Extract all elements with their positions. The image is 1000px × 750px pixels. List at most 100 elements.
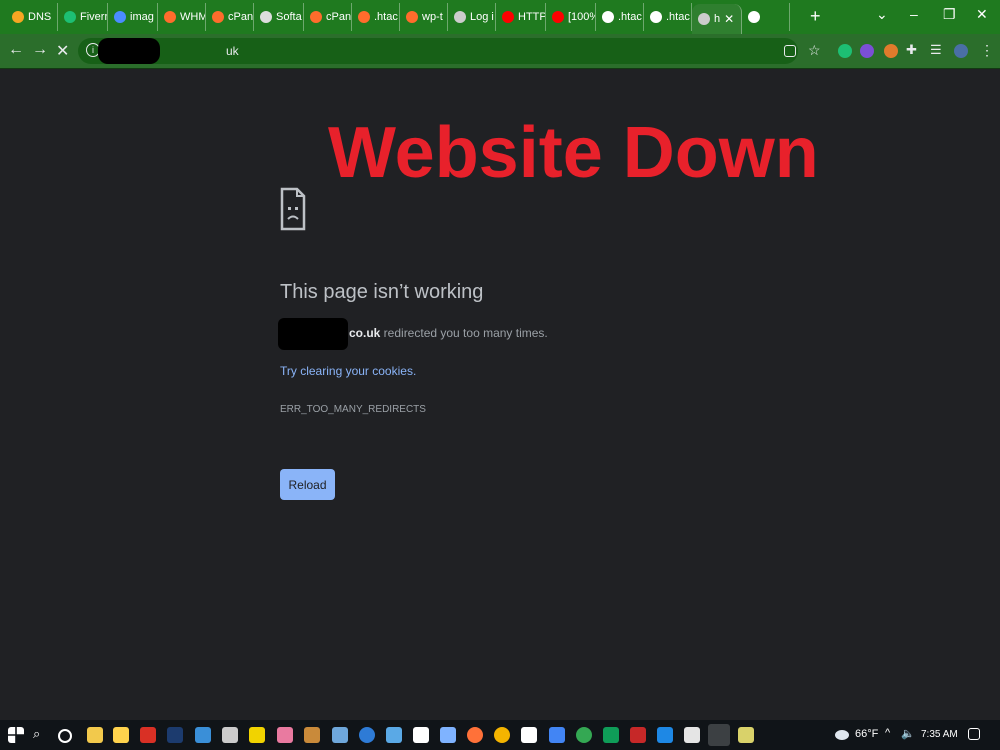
favicon-icon xyxy=(454,11,466,23)
tab-close-icon[interactable]: ✕ xyxy=(724,12,734,26)
app-icon[interactable] xyxy=(603,727,619,743)
app-icon[interactable] xyxy=(304,727,320,743)
app-icon[interactable] xyxy=(549,727,565,743)
tab[interactable]: Fiverr xyxy=(58,3,108,31)
favicon-icon xyxy=(64,11,76,23)
reload-button[interactable]: Reload xyxy=(280,469,335,500)
new-tab-button[interactable]: + xyxy=(810,6,821,27)
app-icon[interactable] xyxy=(277,727,293,743)
favicon-icon xyxy=(310,11,322,23)
chrome-active-taskbar-icon[interactable] xyxy=(708,724,730,746)
weather-temperature[interactable]: 66°F xyxy=(855,728,878,740)
chrome-icon[interactable] xyxy=(494,727,510,743)
tab[interactable]: .htac xyxy=(596,3,644,31)
back-button[interactable]: ← xyxy=(8,41,24,59)
tab[interactable]: wp-t xyxy=(400,3,448,31)
photoshop-icon[interactable] xyxy=(167,727,183,743)
error-message-text: redirected you too many times. xyxy=(380,326,548,340)
tab[interactable]: WHM xyxy=(158,3,206,31)
firefox-icon[interactable] xyxy=(467,727,483,743)
redaction-block xyxy=(98,38,160,64)
profile-avatar[interactable] xyxy=(954,44,968,58)
tab[interactable]: cPan xyxy=(206,3,254,31)
tab-strip: DNS Fiverr imag WHM cPan Softa cPan .htac wp-t Lo… xyxy=(0,0,1000,34)
maximize-button[interactable]: ❐ xyxy=(943,6,956,23)
volume-icon[interactable]: 🔈 xyxy=(901,727,917,743)
redaction-block xyxy=(278,318,348,350)
favicon-icon xyxy=(502,11,514,23)
bookmark-star-icon[interactable]: ☆ xyxy=(808,42,822,58)
sad-page-icon xyxy=(280,187,306,236)
tab[interactable]: Softa xyxy=(254,3,304,31)
extension-icon[interactable] xyxy=(838,44,852,58)
tab-search-dropdown[interactable]: ⌄ xyxy=(876,6,888,23)
close-window-button[interactable]: ✕ xyxy=(976,6,988,23)
favicon-icon xyxy=(552,11,564,23)
tab-label: HTTP xyxy=(518,11,546,23)
tab[interactable]: HTTP xyxy=(496,3,546,31)
error-message: co.uk redirected you too many times. xyxy=(349,326,548,340)
app-icon[interactable] xyxy=(684,727,700,743)
error-code: ERR_TOO_MANY_REDIRECTS xyxy=(280,404,426,415)
app-icon[interactable] xyxy=(413,727,429,743)
address-bar[interactable]: i uk xyxy=(78,38,798,64)
tab-label: Log i xyxy=(470,11,494,23)
tab[interactable]: DNS xyxy=(6,3,58,31)
tab-active[interactable]: h ✕ xyxy=(692,4,742,34)
tab[interactable]: .htac xyxy=(352,3,400,31)
tab-label: h xyxy=(714,13,721,25)
tab-label: wp-t xyxy=(422,11,443,23)
tab[interactable]: imag xyxy=(108,3,158,31)
tray-chevron-icon[interactable]: ^ xyxy=(885,727,901,743)
menu-kebab-icon[interactable]: ⋮ xyxy=(980,42,994,58)
url-text: uk xyxy=(226,44,239,58)
tab-label: Softa xyxy=(276,11,302,23)
tab[interactable]: .htac xyxy=(644,3,692,31)
app-icon[interactable] xyxy=(576,727,592,743)
share-icon[interactable] xyxy=(784,45,796,57)
domain-suffix: co.uk xyxy=(349,326,381,340)
filezilla-icon[interactable] xyxy=(630,727,646,743)
app-icon[interactable] xyxy=(195,727,211,743)
reading-list-icon[interactable]: ☰ xyxy=(930,42,944,57)
tab[interactable]: cPan xyxy=(304,3,352,31)
favicon-icon xyxy=(698,13,710,25)
tab[interactable]: Log i xyxy=(448,3,496,31)
edge-icon[interactable] xyxy=(359,727,375,743)
windows-taskbar: ⌕ ^ 🔈 xyxy=(0,720,1000,750)
favicon-icon xyxy=(748,11,760,23)
tab-label: .htac xyxy=(618,11,642,23)
tab-label: DNS xyxy=(28,11,52,23)
app-icon[interactable] xyxy=(332,727,348,743)
app-icon[interactable] xyxy=(440,727,456,743)
stop-loading-button[interactable]: ✕ xyxy=(56,41,69,61)
favicon-icon xyxy=(650,11,662,23)
tab-label: WHM xyxy=(180,11,206,23)
app-icon[interactable] xyxy=(657,727,673,743)
search-icon[interactable]: ⌕ xyxy=(33,726,49,742)
clock[interactable]: 7:35 AM xyxy=(921,729,958,740)
tab-label: cPan xyxy=(326,11,352,23)
pdf-reader-icon[interactable] xyxy=(140,727,156,743)
website-down-banner: Website Down xyxy=(328,113,819,193)
file-explorer-icon[interactable] xyxy=(87,727,103,743)
app-icon[interactable] xyxy=(386,727,402,743)
cortana-icon[interactable] xyxy=(58,729,72,743)
tab-label: imag xyxy=(130,11,154,23)
extension-icon[interactable] xyxy=(860,44,874,58)
forward-button[interactable]: → xyxy=(32,41,48,59)
extension-icon[interactable] xyxy=(884,44,898,58)
app-icon[interactable] xyxy=(222,727,238,743)
puzzle-extensions-icon[interactable]: ✚ xyxy=(906,42,920,57)
start-icon[interactable] xyxy=(8,727,24,743)
tab[interactable] xyxy=(742,3,790,31)
minimize-button[interactable]: – xyxy=(910,6,918,22)
app-icon[interactable] xyxy=(113,727,129,743)
notifications-icon[interactable] xyxy=(968,728,980,740)
notepad-icon[interactable] xyxy=(738,727,754,743)
tab[interactable]: [100% xyxy=(546,3,596,31)
app-icon[interactable] xyxy=(521,727,537,743)
favicon-icon xyxy=(602,11,614,23)
clear-cookies-link[interactable]: Try clearing your cookies. xyxy=(280,364,416,378)
sticky-notes-icon[interactable] xyxy=(249,727,265,743)
